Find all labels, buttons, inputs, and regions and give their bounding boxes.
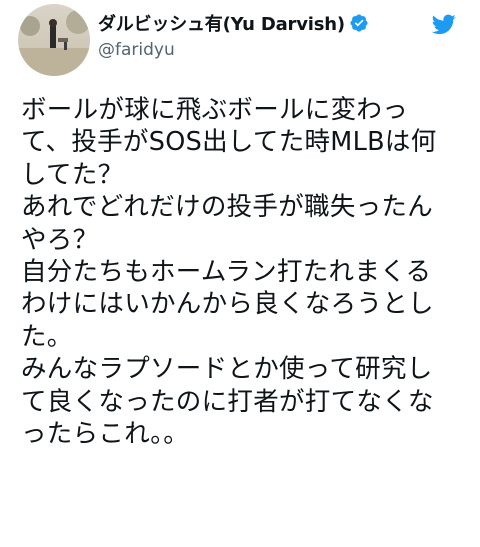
tweet-line: 自分たちもホームラン打たれまくる: [21, 256, 432, 287]
display-name[interactable]: ダルビッシュ有(Yu Darvish): [98, 10, 345, 36]
tweet-line: わけにはいかんから良くなろうとし: [21, 289, 434, 320]
tweet-line: してた？: [21, 159, 124, 190]
tweet-header: ダルビッシュ有(Yu Darvish) @faridyu: [18, 4, 462, 80]
avatar[interactable]: [18, 4, 90, 76]
name-row: ダルビッシュ有(Yu Darvish): [98, 10, 369, 36]
avatar-photo: [18, 4, 90, 76]
user-info: ダルビッシュ有(Yu Darvish) @faridyu: [98, 10, 369, 60]
twitter-bird-icon[interactable]: [430, 12, 458, 36]
verified-badge-icon: [349, 13, 369, 33]
tweet-text: ボールが球に飛ぶボールに変わっ て、投手がSOS出してた時MLBは何 してた？ …: [21, 94, 471, 450]
tweet-line: ったらこれ。。: [21, 418, 190, 449]
tweet-line: た。: [21, 321, 73, 352]
tweet-line: て、投手がSOS出してた時MLBは何: [21, 127, 437, 158]
tweet-line: みんなラプソードとか使って研究し: [21, 354, 433, 385]
tweet-line: やろ？: [21, 224, 99, 255]
tweet-line: ボールが球に飛ぶボールに変わっ: [21, 95, 409, 125]
user-handle[interactable]: @faridyu: [98, 40, 369, 60]
tweet-line: て良くなったのに打者が打てなくな: [21, 386, 434, 417]
tweet-line: あれでどれだけの投手が職失ったん: [21, 192, 434, 223]
